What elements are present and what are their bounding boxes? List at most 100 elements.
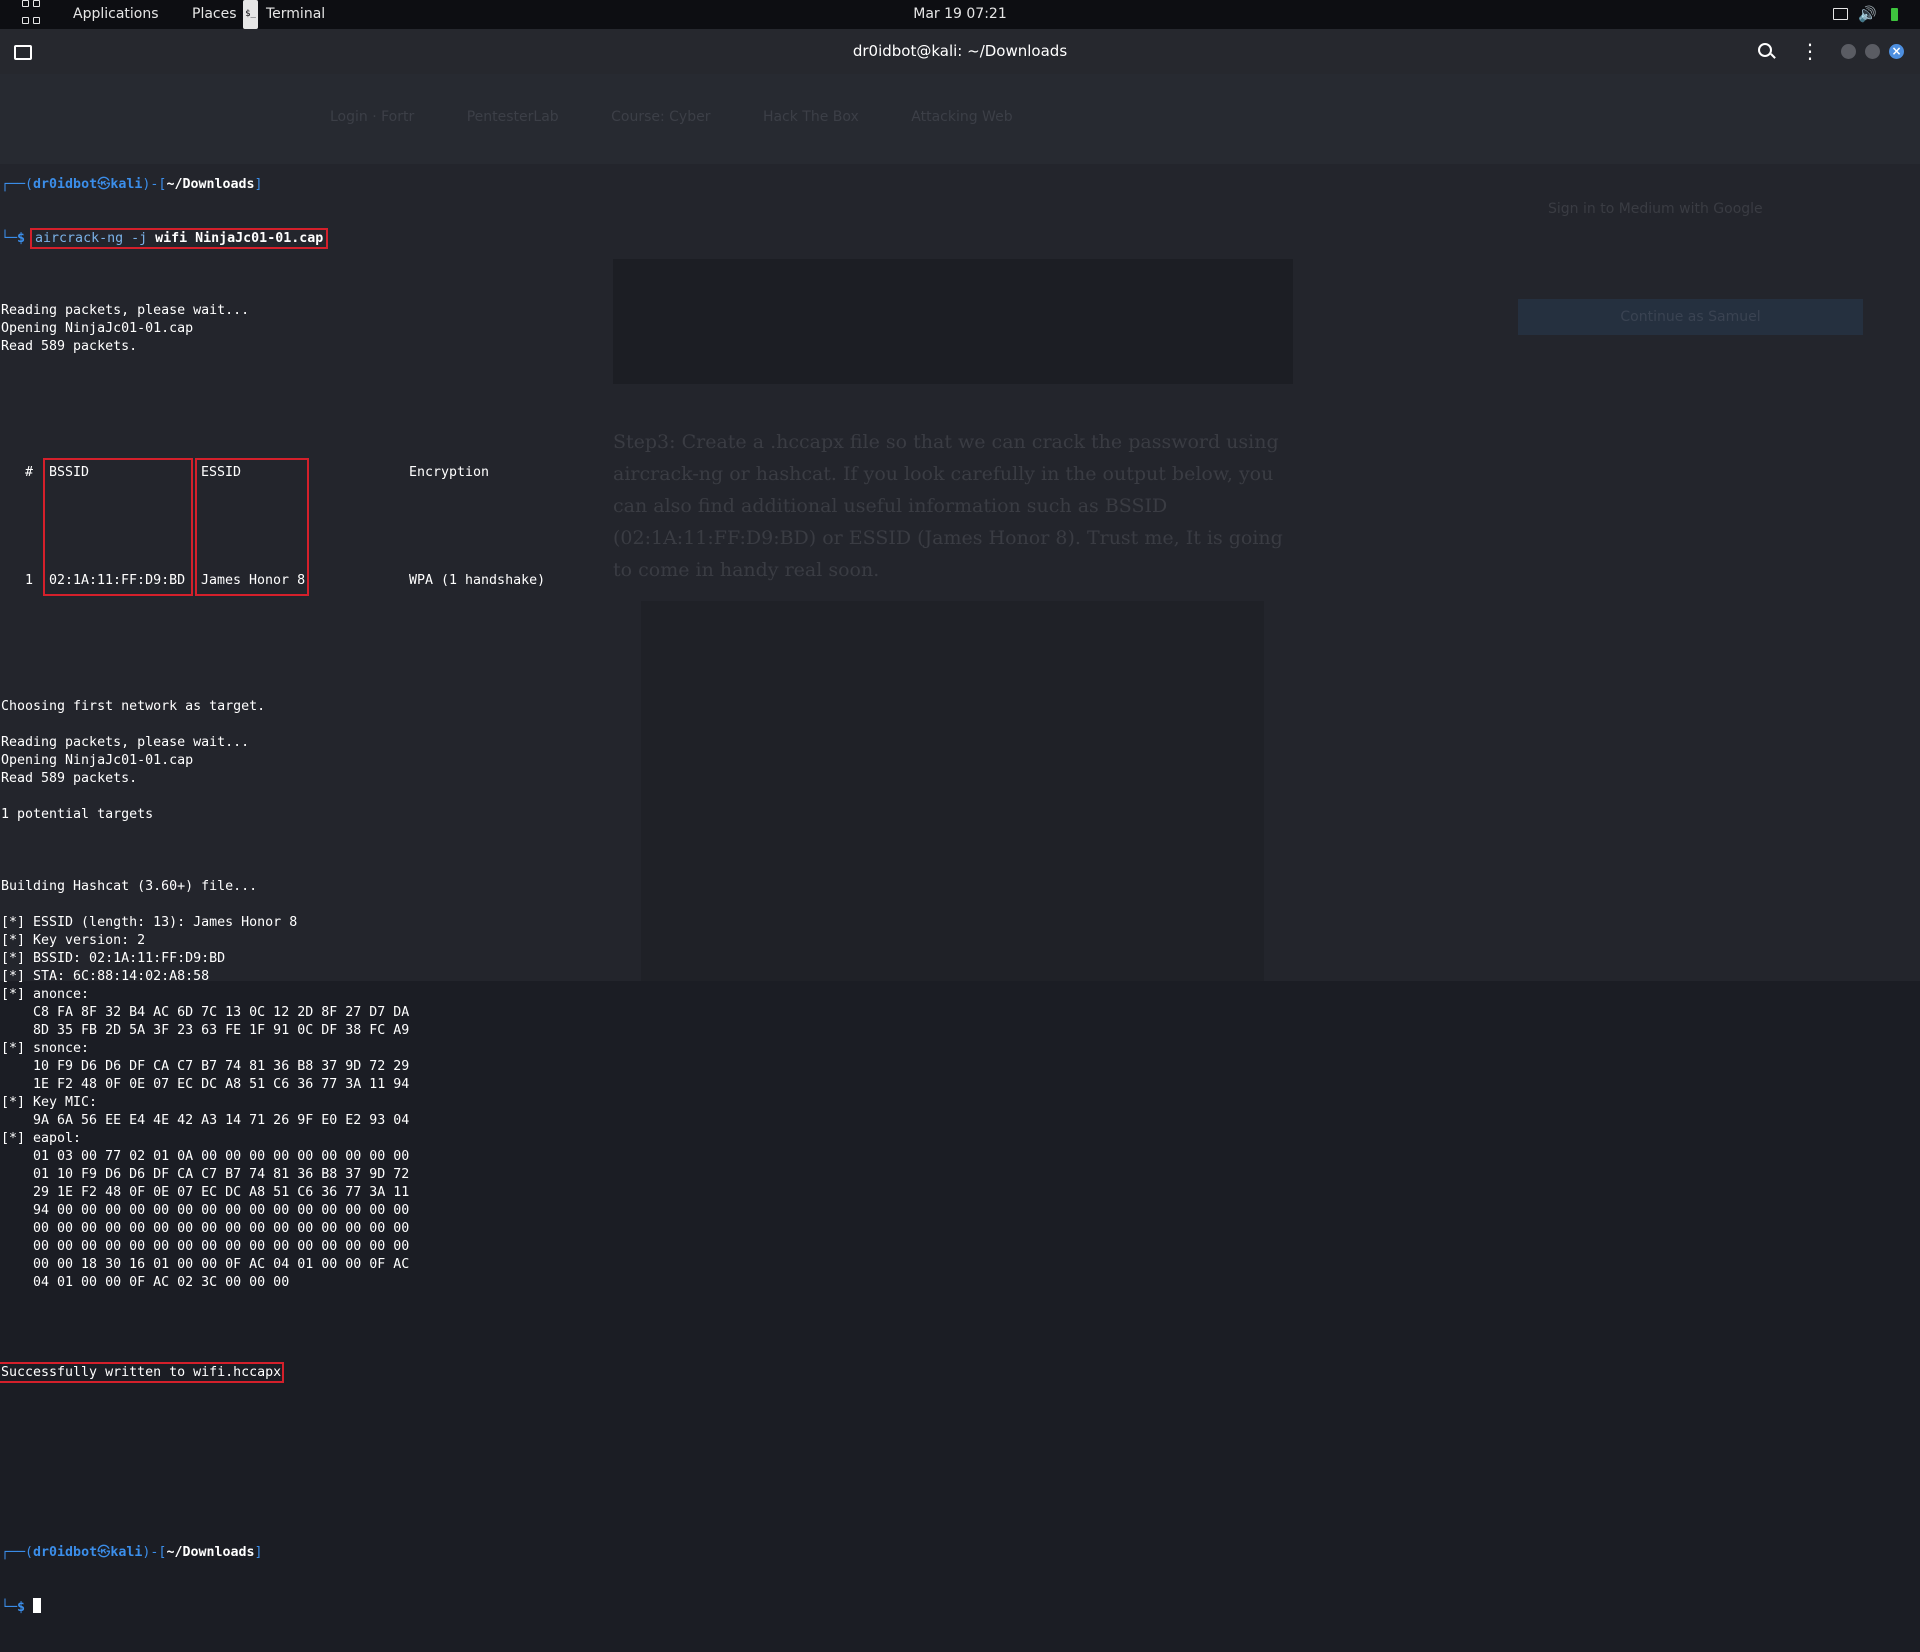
ghost-bookmarks: Login · Fortr PentesterLab Course: Cyber… — [330, 109, 1061, 125]
output-line: 00 00 18 30 16 01 00 00 0F AC 04 01 00 0… — [1, 1257, 410, 1272]
success-line: Successfully written to wifi.hccapx — [0, 1362, 409, 1383]
output-line: 01 03 00 77 02 01 0A 00 00 00 00 00 00 0… — [1, 1149, 410, 1164]
output-line: 1 potential targets — [1, 807, 154, 822]
row-bssid: 02:1A:11:FF:D9:BD — [49, 573, 186, 588]
prompt-user: dr0idbot — [33, 1545, 98, 1560]
prompt-at: ㉿ — [97, 177, 111, 192]
output-line: 10 F9 D6 D6 DF CA C7 B7 74 81 36 B8 37 9… — [1, 1059, 410, 1074]
output-line: C8 FA 8F 32 B4 AC 6D 7C 13 0C 12 2D 8F 2… — [1, 1005, 410, 1020]
prompt-user: dr0idbot — [33, 177, 98, 192]
prompt-line: ┌──(dr0idbot㉿kali)-[~/Downloads] — [1, 1544, 409, 1562]
minimize-button[interactable] — [1841, 44, 1856, 59]
prompt-corner: ┌──( — [1, 177, 34, 192]
bssid-header: BSSID — [49, 465, 90, 480]
essid-header: ESSID — [201, 465, 242, 480]
prompt-corner: └─ — [1, 231, 18, 246]
output-line: [*] snonce: — [1, 1041, 90, 1056]
terminal-cursor[interactable] — [33, 1598, 42, 1613]
command-program: aircrack-ng -j — [35, 231, 148, 246]
output-line: [*] STA: 6C:88:14:02:A8:58 — [1, 969, 210, 984]
ghost-tab: Attacking Web — [911, 109, 1013, 125]
success-message: Successfully written to wifi.hccapx — [0, 1362, 285, 1383]
ghost-signin-panel: Sign in to Medium with Google Continue a… — [1518, 189, 1863, 339]
prompt-sep-end: ] — [254, 177, 263, 192]
output-line: 01 10 F9 D6 D6 DF CA C7 B7 74 81 36 B8 3… — [1, 1167, 410, 1182]
output-block-b: Choosing first network as target. Reading… — [1, 698, 409, 1310]
output-line: Read 589 packets. — [1, 771, 138, 786]
output-line: 04 01 00 00 0F AC 02 3C 00 00 00 — [1, 1275, 290, 1290]
ghost-signin-text: Sign in to Medium with Google — [1548, 201, 1763, 217]
output-line: [*] ESSID (length: 13): James Honor 8 — [1, 915, 298, 930]
prompt-sep-end: ] — [254, 1545, 263, 1560]
prompt-corner: ┌──( — [1, 1545, 34, 1560]
screen-icon[interactable] — [1833, 8, 1848, 20]
prompt-dir: ~/Downloads — [166, 1545, 255, 1560]
clock-text[interactable]: Mar 19 07:21 — [913, 6, 1006, 22]
output-line: Reading packets, please wait... — [1, 303, 250, 318]
row-encryption: WPA (1 handshake) — [409, 573, 546, 588]
output-line: 29 1E F2 48 0F 0E 07 EC DC A8 51 C6 36 7… — [1, 1185, 410, 1200]
kebab-menu-icon[interactable]: ⋮ — [1800, 39, 1820, 63]
output-line: 8D 35 FB 2D 5A 3F 23 63 FE 1F 91 0C DF 3… — [1, 1023, 410, 1038]
command-line[interactable]: └─$ — [1, 1598, 409, 1616]
ghost-article-text: Step3: Create a .hccapx file so that we … — [613, 431, 1283, 581]
top-bar: Applications Places $_ Terminal Mar 19 0… — [0, 0, 1920, 29]
table-header: # BSSID ESSID Encryption — [1, 464, 489, 482]
prompt-sep: )-[ — [142, 1545, 167, 1560]
prompt-host: kali — [110, 177, 143, 192]
output-line: Read 589 packets. — [1, 339, 138, 354]
output-line: [*] BSSID: 02:1A:11:FF:D9:BD — [1, 951, 226, 966]
terminal-window: dr0idbot@kali: ~/Downloads ⋮ × Login · F… — [0, 29, 1920, 1615]
prompt-dir: ~/Downloads — [166, 177, 255, 192]
command-line: └─$ aircrack-ng -j wifi NinjaJc01-01.cap — [1, 228, 409, 249]
output-line: [*] eapol: — [1, 1131, 82, 1146]
output-line: [*] anonce: — [1, 987, 90, 1002]
prompt-host: kali — [110, 1545, 143, 1560]
encryption-header: Encryption — [409, 465, 490, 480]
ghost-tab: PentesterLab — [466, 109, 559, 125]
output-line: [*] Key version: 2 — [1, 933, 146, 948]
output-line: Opening NinjaJc01-01.cap — [1, 753, 194, 768]
table-row: 1 02:1A:11:FF:D9:BD James Honor 8 WPA (1 ha… — [1, 572, 545, 590]
prompt-dollar: $ — [17, 231, 34, 246]
ghost-screenshot-image — [641, 601, 1264, 981]
volume-icon[interactable]: 🔊 — [1858, 3, 1877, 25]
prompt-corner: └─ — [1, 1600, 18, 1615]
prompt-line: ┌──(dr0idbot㉿kali)-[~/Downloads] — [1, 176, 409, 194]
terminal-output[interactable]: ┌──(dr0idbot㉿kali)-[~/Downloads] └─$ air… — [0, 122, 545, 1652]
output-line: 00 00 00 00 00 00 00 00 00 00 00 00 00 0… — [1, 1239, 410, 1254]
ghost-screenshot-image — [613, 259, 1293, 384]
output-line: Building Hashcat (3.60+) file... — [1, 879, 258, 894]
prompt-at: ㉿ — [97, 1545, 111, 1560]
prompt-sep: )-[ — [142, 177, 167, 192]
output-line: 9A 6A 56 EE E4 4E 42 A3 14 71 26 9F E0 E… — [1, 1113, 410, 1128]
ghost-continue-button: Continue as Samuel — [1518, 299, 1863, 335]
clock[interactable]: Mar 19 07:21 — [0, 0, 1920, 29]
output-line: Choosing first network as target. — [1, 699, 266, 714]
table-hash: # — [1, 465, 34, 480]
output-line: Opening NinjaJc01-01.cap — [1, 321, 194, 336]
window-titlebar[interactable]: dr0idbot@kali: ~/Downloads ⋮ × — [0, 29, 1920, 74]
output-line: 00 00 00 00 00 00 00 00 00 00 00 00 00 0… — [1, 1221, 410, 1236]
prompt-dollar: $ — [17, 1600, 34, 1615]
battery-icon[interactable] — [1891, 8, 1898, 21]
search-icon[interactable] — [1758, 43, 1772, 57]
output-line: 94 00 00 00 00 00 00 00 00 00 00 00 00 0… — [1, 1203, 410, 1218]
row-index: 1 — [1, 573, 34, 588]
maximize-button[interactable] — [1865, 44, 1880, 59]
ghost-tab: Course: Cyber — [611, 109, 711, 125]
close-button[interactable]: × — [1889, 44, 1904, 59]
row-essid: James Honor 8 — [201, 573, 306, 588]
ghost-tab: Hack The Box — [762, 109, 859, 125]
